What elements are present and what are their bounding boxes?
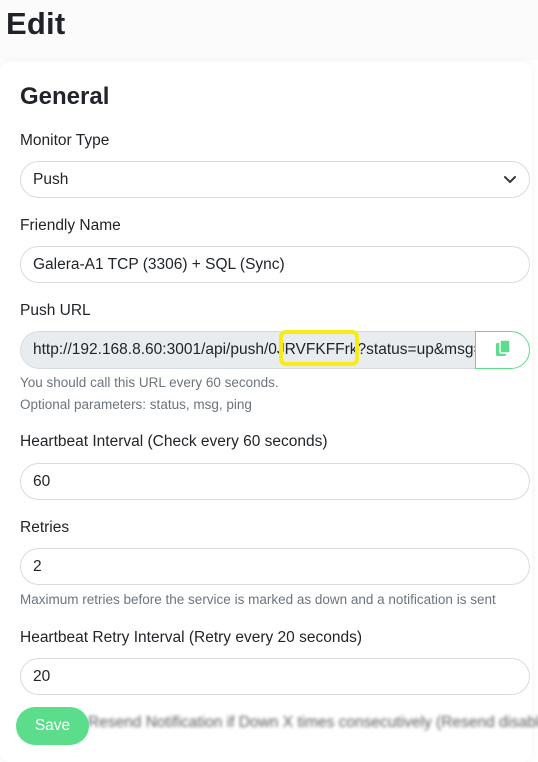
retry-interval-input[interactable]: 20 xyxy=(20,658,530,695)
copy-icon xyxy=(495,338,511,362)
push-url-group: http://192.168.8.60:3001/api/push/0JRVFK… xyxy=(20,331,530,369)
save-button[interactable]: Save xyxy=(16,707,89,745)
page-title: Edit xyxy=(6,6,66,41)
push-url-params-hint: Optional parameters: status, msg, ping xyxy=(20,397,252,412)
chevron-down-icon xyxy=(503,162,517,197)
monitor-type-label: Monitor Type xyxy=(20,132,110,149)
heartbeat-interval-label: Heartbeat Interval (Check every 60 secon… xyxy=(20,433,328,450)
retries-input[interactable]: 2 xyxy=(20,548,530,585)
retries-label: Retries xyxy=(20,519,70,536)
push-url-input[interactable]: http://192.168.8.60:3001/api/push/0JRVFK… xyxy=(20,331,476,369)
section-title: General xyxy=(20,83,110,110)
friendly-name-label: Friendly Name xyxy=(20,217,121,234)
page-header xyxy=(0,0,538,60)
push-url-hint: You should call this URL every 60 second… xyxy=(20,375,279,390)
resend-notification-label: Resend Notification if Down X times cons… xyxy=(88,714,538,731)
push-url-label: Push URL xyxy=(20,302,91,319)
monitor-type-value: Push xyxy=(33,171,69,188)
retries-hint: Maximum retries before the service is ma… xyxy=(20,592,496,607)
heartbeat-interval-input[interactable]: 60 xyxy=(20,463,530,500)
retry-interval-label: Heartbeat Retry Interval (Retry every 20… xyxy=(20,629,362,646)
token-highlight xyxy=(279,330,359,366)
monitor-type-select[interactable]: Push xyxy=(20,161,530,198)
copy-url-button[interactable] xyxy=(475,331,530,369)
friendly-name-input[interactable]: Galera-A1 TCP (3306) + SQL (Sync) xyxy=(20,246,530,283)
